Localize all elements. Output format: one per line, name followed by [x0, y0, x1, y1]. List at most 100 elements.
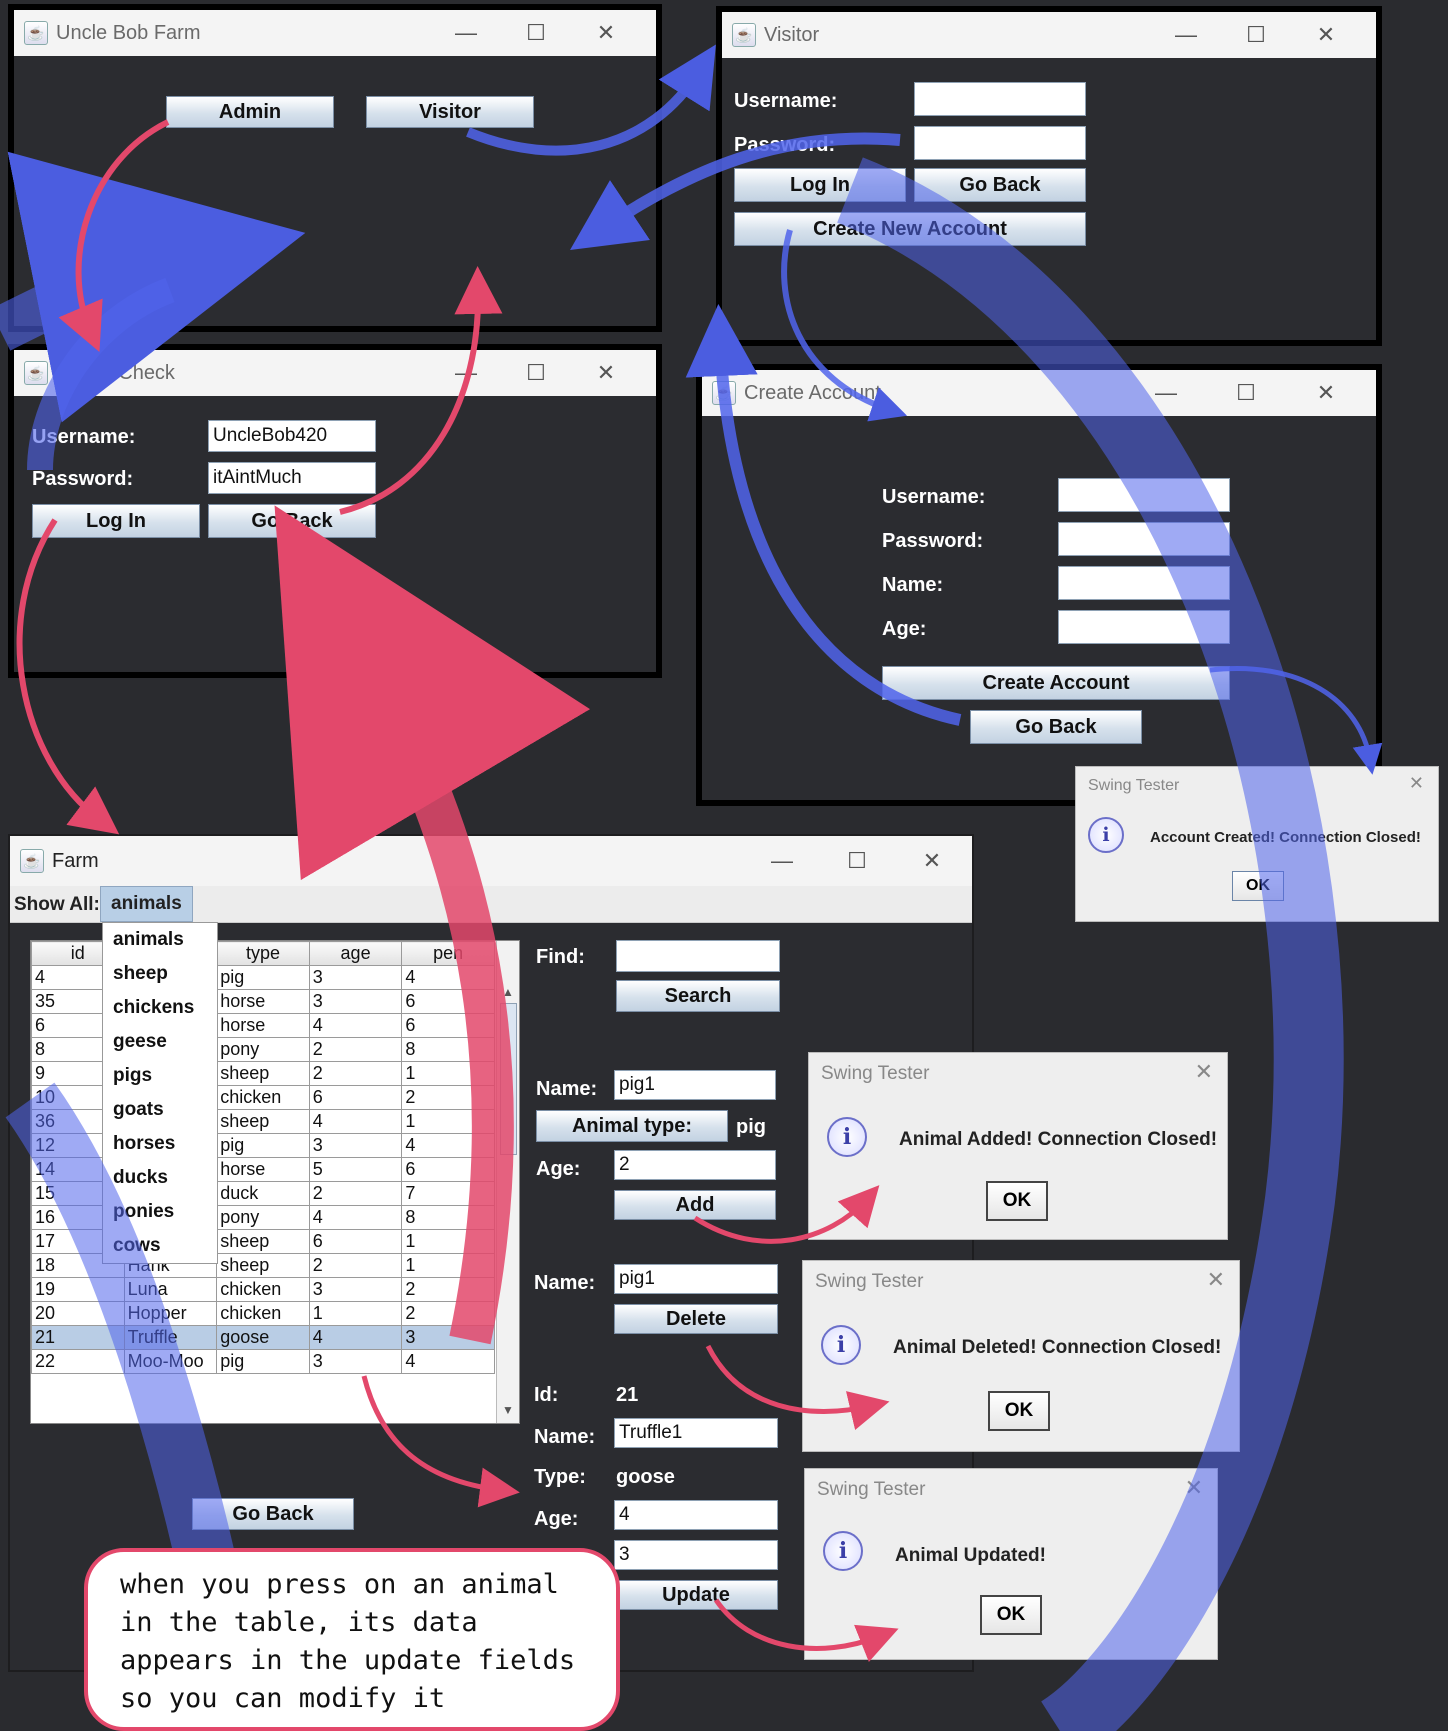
add-button[interactable]: Add	[614, 1190, 776, 1220]
table-row[interactable]: 16 pony 4 8	[31, 1205, 495, 1230]
table-row[interactable]: 10 chicken 6 2	[31, 1085, 495, 1110]
cell-type[interactable]: horse	[216, 989, 310, 1014]
password-field[interactable]	[1058, 522, 1230, 556]
close-icon[interactable]: ✕	[1306, 12, 1346, 58]
close-icon[interactable]: ✕	[912, 836, 952, 886]
update-button[interactable]: Update	[614, 1580, 778, 1610]
cell-age[interactable]: 3	[308, 1349, 403, 1374]
cell-age[interactable]: 2	[308, 1253, 403, 1278]
table-row[interactable]: 15 duck 2 7	[31, 1181, 495, 1206]
table-row[interactable]: 17Nuggetsheep61	[31, 1229, 495, 1254]
cell-age[interactable]: 5	[308, 1157, 403, 1182]
dropdown-option-cows[interactable]: cows	[103, 1229, 217, 1263]
cell-age[interactable]: 2	[308, 1061, 403, 1086]
name-field[interactable]	[1058, 566, 1230, 600]
dropdown-option-geese[interactable]: geese	[103, 1025, 217, 1059]
cell-pen[interactable]: 6	[401, 989, 495, 1014]
ok-button[interactable]: OK	[986, 1181, 1048, 1221]
ok-button[interactable]: OK	[988, 1391, 1050, 1431]
dropdown-option-goats[interactable]: goats	[103, 1093, 217, 1127]
dropdown-option-animals[interactable]: animals	[103, 923, 217, 957]
minimize-icon[interactable]: —	[446, 350, 486, 396]
table-row[interactable]: 22 Moo-Moo pig 3 4	[31, 1349, 495, 1374]
scroll-down-icon[interactable]: ▼	[502, 1403, 514, 1417]
cell-type[interactable]: horse	[216, 1157, 310, 1182]
cell-age[interactable]: 6	[308, 1229, 403, 1254]
maximize-icon[interactable]: ☐	[516, 350, 556, 396]
cell-age[interactable]: 4	[308, 1325, 403, 1350]
table-row[interactable]: 35 horse 3 6	[31, 989, 495, 1014]
dropdown-option-ponies[interactable]: ponies	[103, 1195, 217, 1229]
minimize-icon[interactable]: —	[762, 836, 802, 886]
table-row[interactable]: 18 Hank sheep 2 1	[31, 1253, 495, 1278]
close-icon[interactable]: ✕	[586, 350, 626, 396]
cell-type[interactable]: pony	[216, 1037, 310, 1062]
animal-table[interactable]: idnametypeagepen 4pig3435horse366horse46…	[31, 941, 495, 1374]
cell-id[interactable]: 19	[31, 1277, 125, 1302]
cell-age[interactable]: 4	[308, 1013, 403, 1038]
table-row[interactable]: 8 pony 2 8	[31, 1037, 495, 1062]
username-field[interactable]	[914, 82, 1086, 116]
table-row[interactable]: 20 Hopper chicken 1 2	[31, 1301, 495, 1326]
dropdown-option-ducks[interactable]: ducks	[103, 1161, 217, 1195]
cell-type[interactable]: pig	[216, 965, 310, 990]
cell-age[interactable]: 3	[308, 1277, 403, 1302]
cell-age[interactable]: 1	[308, 1301, 403, 1326]
cell-name[interactable]: Moo-Moo	[123, 1349, 218, 1374]
add-name-field[interactable]: pig1	[614, 1070, 776, 1100]
maximize-icon[interactable]: ☐	[837, 836, 877, 886]
age-field[interactable]	[1058, 610, 1230, 644]
cell-age[interactable]: 6	[308, 1085, 403, 1110]
table-row[interactable]: 12 pig 3 4	[31, 1133, 495, 1158]
delete-button[interactable]: Delete	[614, 1304, 778, 1334]
cell-pen[interactable]: 1	[401, 1229, 495, 1254]
column-header-age[interactable]: age	[308, 941, 403, 966]
create-account-button[interactable]: Create Account	[882, 666, 1230, 700]
cell-age[interactable]: 4	[308, 1205, 403, 1230]
scroll-up-icon[interactable]: ▲	[502, 985, 514, 999]
close-icon[interactable]: ✕	[1207, 1267, 1225, 1293]
update-age-field[interactable]: 4	[614, 1500, 778, 1530]
username-field[interactable]: UncleBob420	[208, 420, 376, 452]
cell-age[interactable]: 3	[308, 989, 403, 1014]
close-icon[interactable]: ✕	[586, 10, 626, 56]
cell-name[interactable]: Hopper	[123, 1301, 218, 1326]
cell-pen[interactable]: 6	[401, 1013, 495, 1038]
close-icon[interactable]: ✕	[1306, 370, 1346, 416]
cell-pen[interactable]: 4	[401, 1349, 495, 1374]
go-back-button[interactable]: Go Back	[970, 710, 1142, 744]
search-button[interactable]: Search	[616, 980, 780, 1012]
dropdown-option-horses[interactable]: horses	[103, 1127, 217, 1161]
animal-type-button[interactable]: Animal type:	[536, 1110, 728, 1142]
cell-id[interactable]: 22	[31, 1349, 125, 1374]
go-back-button[interactable]: Go Back	[208, 504, 376, 538]
scrollbar-thumb[interactable]	[500, 1003, 517, 1155]
ok-button[interactable]: OK	[1232, 871, 1284, 901]
cell-pen[interactable]: 1	[401, 1109, 495, 1134]
table-row[interactable]: 19 Luna chicken 3 2	[31, 1277, 495, 1302]
cell-pen[interactable]: 1	[401, 1253, 495, 1278]
cell-pen[interactable]: 8	[401, 1037, 495, 1062]
cell-type[interactable]: goose	[216, 1325, 310, 1350]
delete-name-field[interactable]: pig1	[614, 1264, 778, 1294]
cell-pen[interactable]: 8	[401, 1205, 495, 1230]
cell-id[interactable]: 20	[31, 1301, 125, 1326]
cell-type[interactable]: pig	[216, 1133, 310, 1158]
table-row[interactable]: 14 horse 5 6	[31, 1157, 495, 1182]
admin-button[interactable]: Admin	[166, 96, 334, 128]
close-icon[interactable]: ✕	[1195, 1059, 1213, 1085]
cell-name[interactable]: Truffle	[123, 1325, 218, 1350]
ok-button[interactable]: OK	[980, 1595, 1042, 1635]
password-field[interactable]	[914, 126, 1086, 160]
column-header-pen[interactable]: pen	[401, 941, 495, 966]
maximize-icon[interactable]: ☐	[1226, 370, 1266, 416]
cell-type[interactable]: sheep	[216, 1109, 310, 1134]
table-row[interactable]: 36 sheep 4 1	[31, 1109, 495, 1134]
cell-type[interactable]: sheep	[216, 1229, 310, 1254]
update-name-field[interactable]: Truffle1	[614, 1418, 778, 1448]
cell-pen[interactable]: 3	[401, 1325, 495, 1350]
cell-type[interactable]: chicken	[216, 1301, 310, 1326]
username-field[interactable]	[1058, 478, 1230, 512]
cell-pen[interactable]: 1	[401, 1061, 495, 1086]
cell-type[interactable]: sheep	[216, 1061, 310, 1086]
